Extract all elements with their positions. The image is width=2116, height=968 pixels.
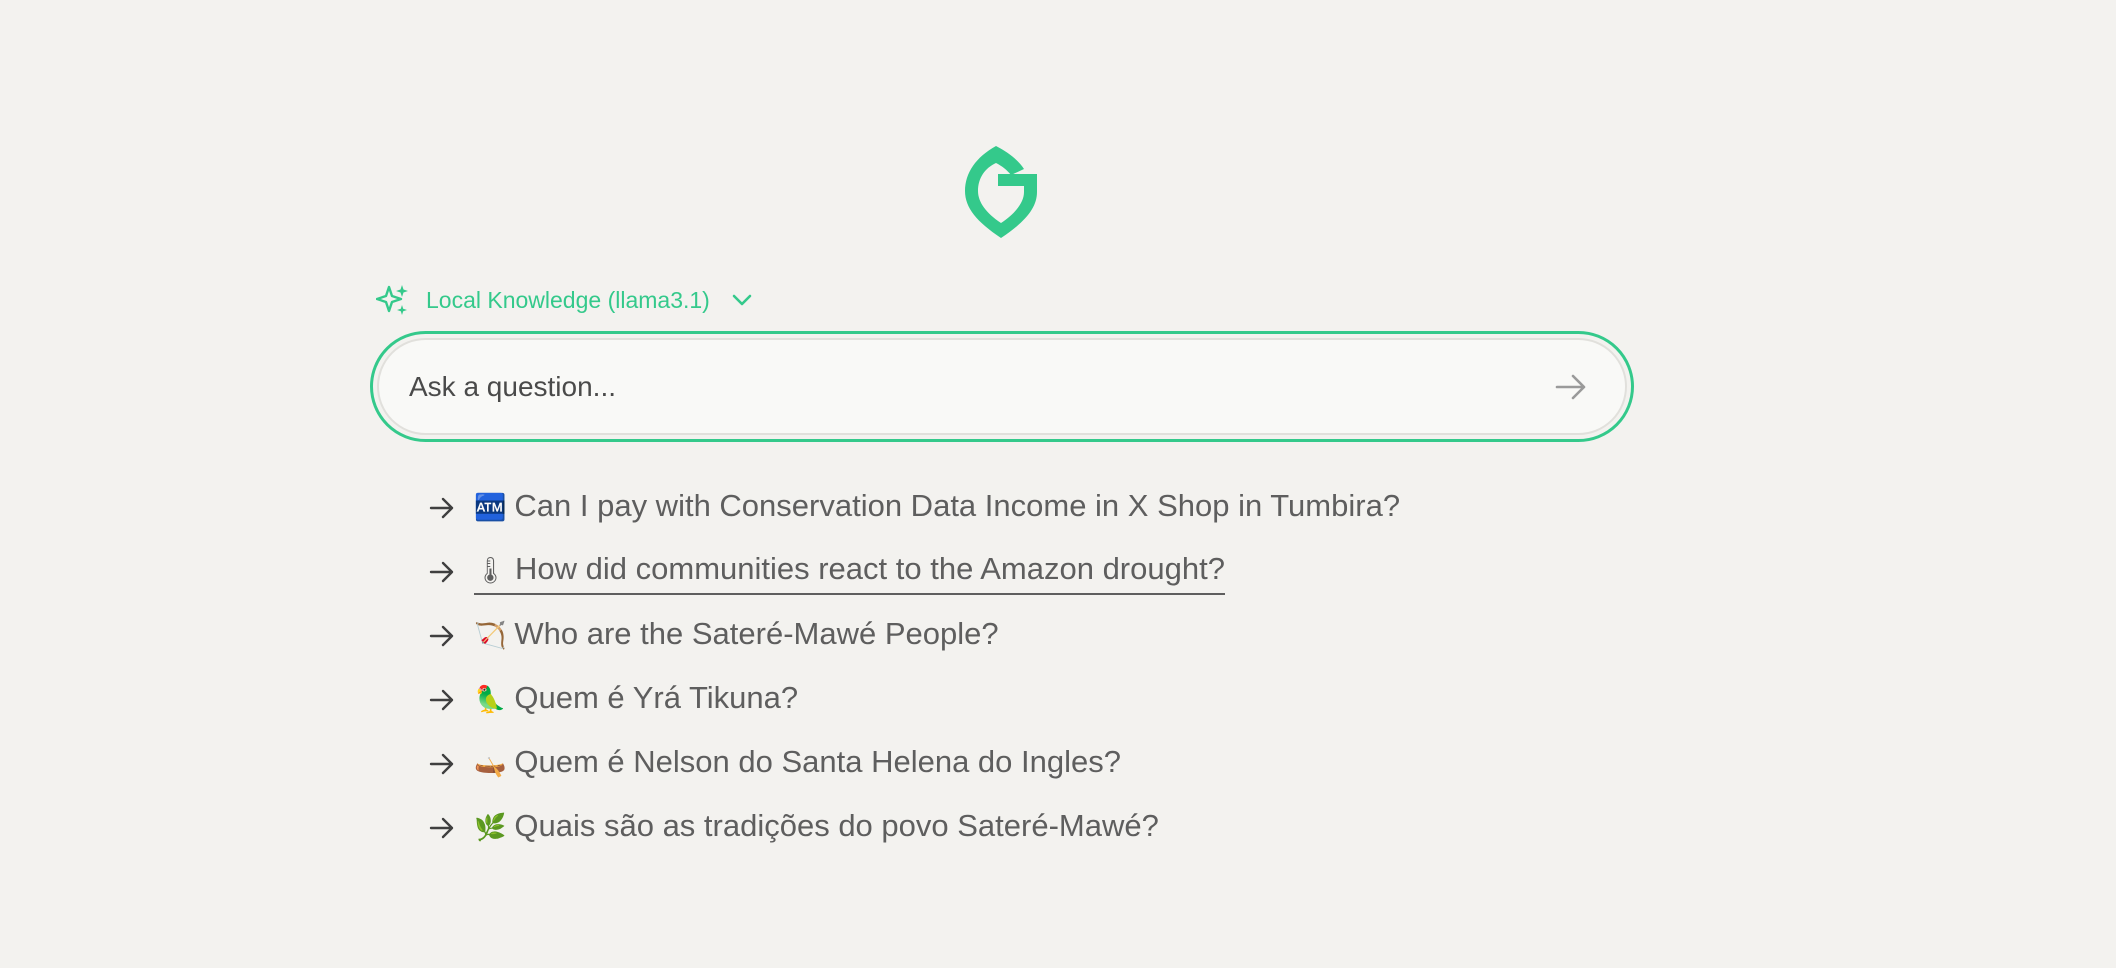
arrow-right-icon [429, 497, 454, 519]
suggestion-emoji: 🛶 [474, 749, 507, 779]
page: Local Knowledge (llama3.1) 🏧Can I pay wi… [0, 0, 2116, 968]
suggestion-text[interactable]: 🏧 Can I pay with Conservation Data Income… [474, 486, 1400, 530]
search-box [370, 331, 1634, 442]
suggestion-item[interactable]: 🏧 Can I pay with Conservation Data Income… [428, 476, 1400, 540]
suggestion-item[interactable]: 🌡 How did communities react to the Amazon… [428, 540, 1400, 604]
arrow-right-icon [429, 625, 454, 647]
model-label: Local Knowledge (llama3.1) [426, 287, 710, 313]
suggestion-emoji: 🏹 [474, 621, 507, 651]
search-input[interactable] [409, 340, 1469, 433]
logo-icon [962, 142, 1040, 240]
arrow-right-icon [429, 753, 454, 775]
submit-button[interactable] [1553, 369, 1589, 405]
arrow-right-icon [429, 689, 454, 711]
suggestion-emoji: 🏧 [474, 493, 507, 523]
suggestion-text[interactable]: 🌿 Quais são as tradições do povo Sateré-M… [474, 806, 1159, 850]
suggestion-item[interactable]: 🦜 Quem é Yrá Tikuna? [428, 668, 1400, 732]
arrow-right-icon [429, 561, 454, 583]
arrow-right-icon [1555, 374, 1586, 399]
suggestion-label: How did communities react to the Amazon … [515, 551, 1225, 586]
chevron-down-icon[interactable] [730, 288, 754, 312]
search-inner [377, 338, 1627, 435]
suggestion-label: Quem é Nelson do Santa Helena do Ingles? [514, 744, 1121, 779]
suggestion-label: Who are the Sateré-Mawé People? [514, 616, 999, 651]
suggestion-label: Quem é Yrá Tikuna? [514, 680, 799, 715]
suggestion-text[interactable]: 🌡 How did communities react to the Amazon… [474, 549, 1225, 595]
suggestion-item[interactable]: 🏹 Who are the Sateré-Mawé People? [428, 604, 1400, 668]
arrow-right-icon [429, 817, 454, 839]
suggestion-item[interactable]: 🛶 Quem é Nelson do Santa Helena do Ingles… [428, 732, 1400, 796]
suggestion-text[interactable]: 🛶 Quem é Nelson do Santa Helena do Ingles… [474, 742, 1121, 786]
suggestion-list: 🏧 Can I pay with Conservation Data Income… [428, 476, 1400, 860]
sparkle-icon [376, 285, 408, 315]
model-selector[interactable]: Local Knowledge (llama3.1) [376, 280, 754, 320]
suggestion-emoji: 🌡 [474, 556, 508, 586]
suggestion-item[interactable]: 🌿 Quais são as tradições do povo Sateré-M… [428, 796, 1400, 860]
suggestion-text[interactable]: 🦜 Quem é Yrá Tikuna? [474, 678, 798, 722]
suggestion-text[interactable]: 🏹 Who are the Sateré-Mawé People? [474, 614, 999, 658]
suggestion-emoji: 🦜 [474, 685, 507, 715]
suggestion-label: Can I pay with Conservation Data Income … [514, 488, 1401, 523]
suggestion-emoji: 🌿 [474, 813, 507, 843]
suggestion-label: Quais são as tradições do povo Sateré-Ma… [514, 808, 1159, 843]
